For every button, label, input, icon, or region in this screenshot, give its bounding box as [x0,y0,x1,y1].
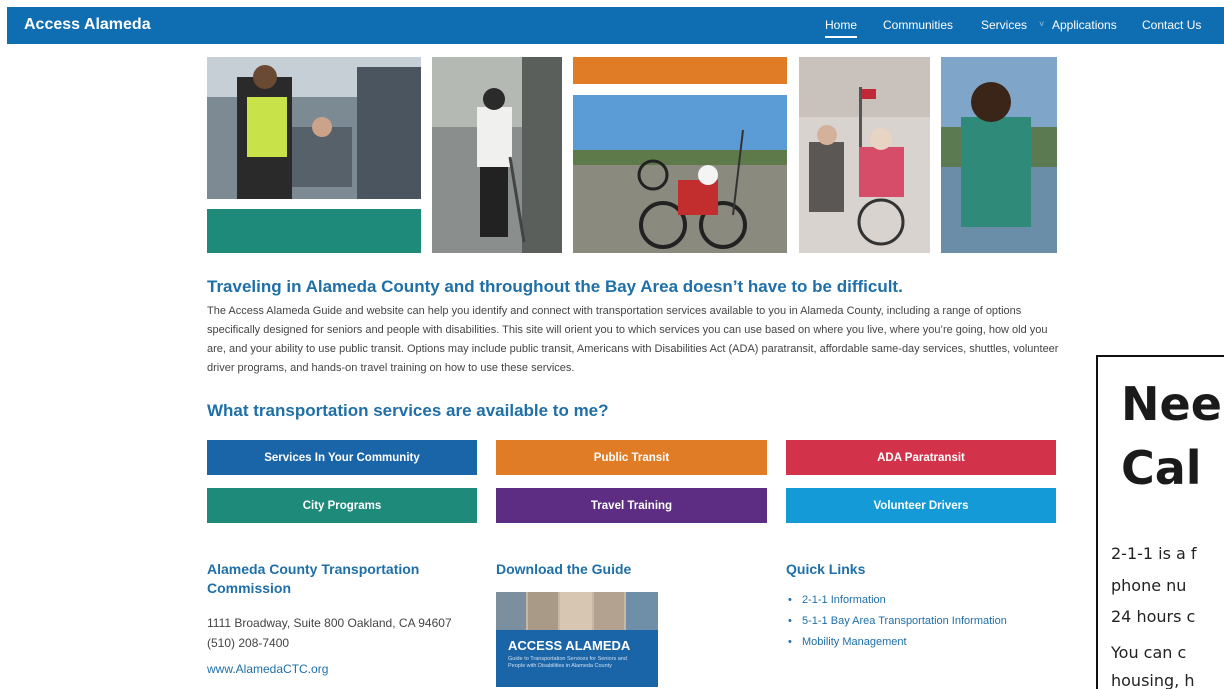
nav-applications[interactable]: Applications [1052,18,1117,32]
photo-handcycle-riders [573,95,787,253]
travel-training-button[interactable]: Travel Training [496,488,767,523]
popup-text-line5: housing, h [1111,671,1195,689]
photo-senior-walking [432,57,562,253]
quick-links-heading: Quick Links [786,561,866,577]
site-brand[interactable]: Access Alameda [24,16,151,34]
quick-link-211[interactable]: 2-1-1 Information [788,594,1007,606]
orange-color-block [573,57,787,84]
teal-color-block [207,209,421,253]
ada-paratransit-button[interactable]: ADA Paratransit [786,440,1056,475]
services-heading: What transportation services are availab… [207,401,609,420]
top-nav: Access Alameda Home Communities Services… [7,7,1224,44]
commission-website-link[interactable]: www.AlamedaCTC.org [207,659,452,679]
commission-heading: Alameda County Transportation Commission [207,561,420,596]
commission-logo [228,682,268,687]
public-transit-button[interactable]: Public Transit [496,440,767,475]
photo-smiling-woman [941,57,1057,253]
help-popup: Nee Cal 2-1-1 is a f phone nu 24 hours c… [1096,355,1224,689]
city-programs-button[interactable]: City Programs [207,488,477,523]
popup-text-line3: 24 hours c [1111,607,1196,626]
commission-phone: (510) 208-7400 [207,636,290,650]
popup-heading-line1: Nee [1121,377,1222,431]
guide-cover[interactable]: ACCESS ALAMEDA Guide to Transportation S… [496,592,658,687]
popup-text-line4: You can c [1111,643,1187,662]
quick-links-list: 2-1-1 Information 5-1-1 Bay Area Transpo… [788,594,1007,657]
chevron-down-icon[interactable]: ˅ [1039,19,1044,29]
intro-heading: Traveling in Alameda County and througho… [207,277,903,296]
nav-communities[interactable]: Communities [883,18,953,32]
commission-contact: 1111 Broadway, Suite 800 Oakland, CA 946… [207,613,452,679]
popup-text-line2: phone nu [1111,576,1187,595]
nav-home[interactable]: Home [825,18,858,38]
commission-address: 1111 Broadway, Suite 800 Oakland, CA 946… [207,616,452,630]
photo-seniors-sitting [799,57,930,253]
nav-contact-us[interactable]: Contact Us [1142,18,1201,32]
quick-link-mobility-management[interactable]: Mobility Management [788,636,1007,648]
intro-paragraph: The Access Alameda Guide and website can… [207,305,1059,374]
nav-services[interactable]: Services [981,18,1027,32]
guide-cover-title: ACCESS ALAMEDA [508,638,631,653]
photo-driver-wheelchair [207,57,421,199]
popup-text-line1: 2-1-1 is a f [1111,544,1197,563]
services-in-your-community-button[interactable]: Services In Your Community [207,440,477,475]
volunteer-drivers-button[interactable]: Volunteer Drivers [786,488,1056,523]
guide-cover-subtitle: Guide to Transportation Services for Sen… [508,656,627,669]
download-guide-heading: Download the Guide [496,561,632,577]
quick-link-511[interactable]: 5-1-1 Bay Area Transportation Informatio… [788,615,1007,627]
popup-heading-line2: Cal [1121,441,1202,495]
